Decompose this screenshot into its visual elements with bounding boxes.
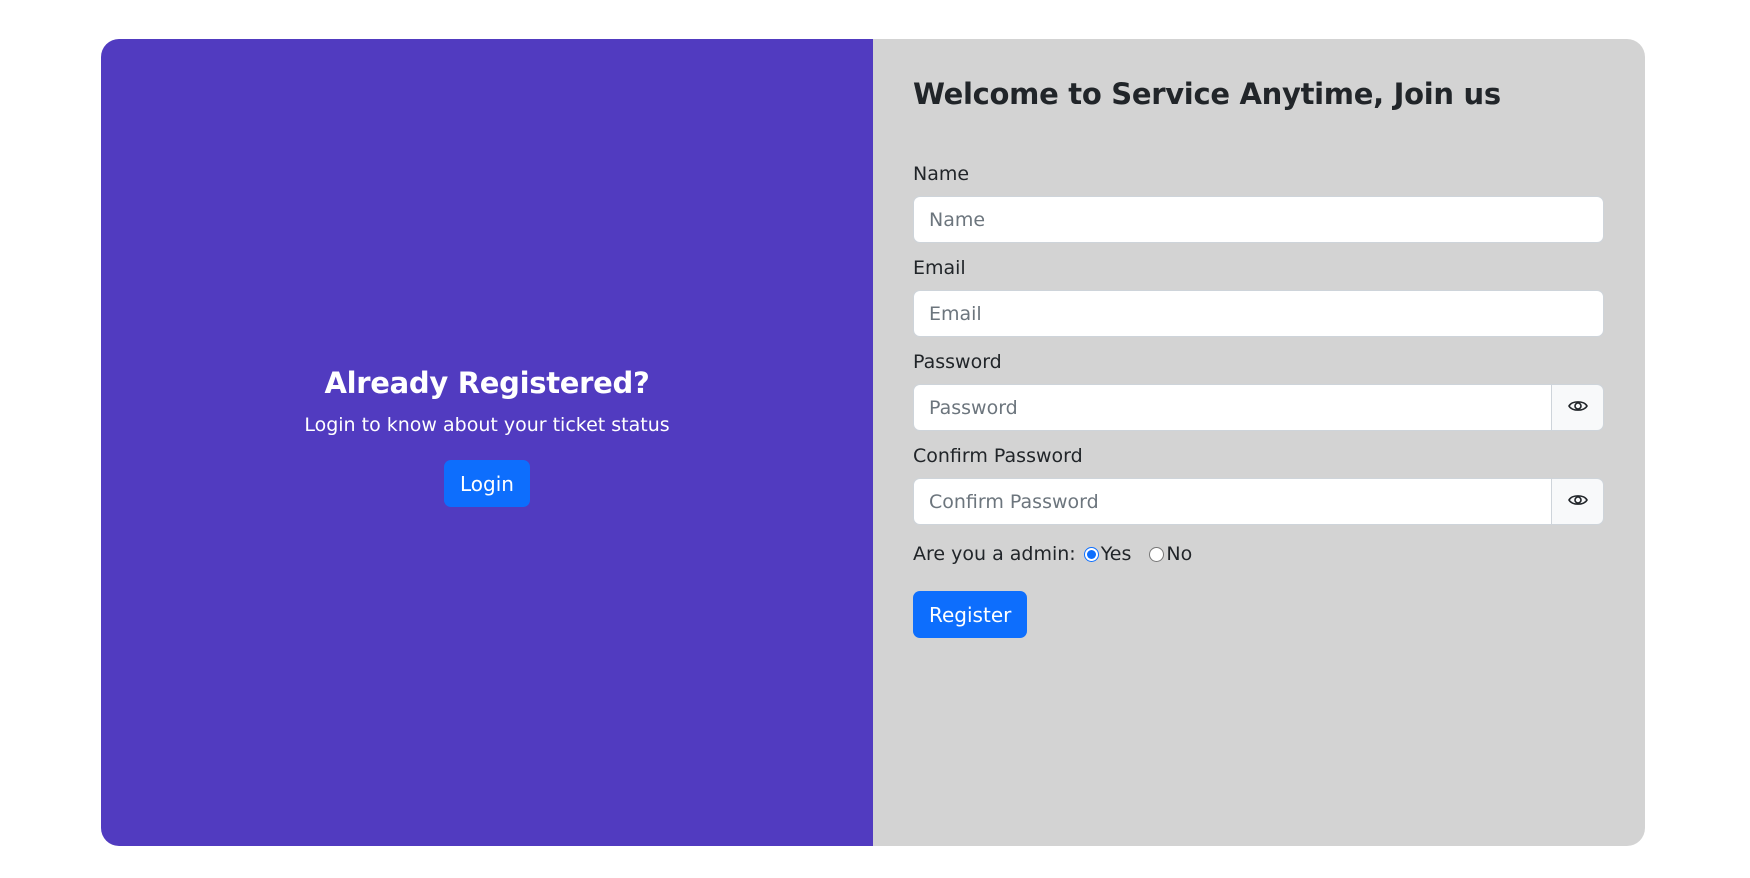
eye-icon bbox=[1567, 492, 1588, 511]
email-input[interactable] bbox=[913, 290, 1604, 337]
admin-no-label[interactable]: No bbox=[1166, 543, 1192, 565]
name-input[interactable] bbox=[913, 196, 1604, 243]
name-field-group: Name bbox=[913, 163, 1605, 243]
confirm-password-input-group bbox=[913, 478, 1604, 525]
admin-no-radio[interactable] bbox=[1149, 546, 1165, 562]
form-title: Welcome to Service Anytime, Join us bbox=[913, 77, 1501, 111]
confirm-password-field-group: Confirm Password bbox=[913, 445, 1605, 525]
confirm-password-label: Confirm Password bbox=[913, 445, 1083, 467]
admin-yes-label[interactable]: Yes bbox=[1101, 543, 1132, 565]
password-toggle-button[interactable] bbox=[1552, 384, 1604, 431]
password-field-group: Password bbox=[913, 351, 1605, 431]
login-promo-content: Already Registered? Login to know about … bbox=[304, 366, 670, 507]
admin-radio-group: Are you a admin: Yes No bbox=[913, 539, 1605, 569]
admin-yes-radio[interactable] bbox=[1083, 546, 1099, 562]
registration-card: Already Registered? Login to know about … bbox=[101, 39, 1645, 846]
login-promo-panel: Already Registered? Login to know about … bbox=[101, 39, 873, 846]
confirm-password-toggle-button[interactable] bbox=[1552, 478, 1604, 525]
admin-question-label: Are you a admin: bbox=[913, 543, 1076, 565]
eye-icon bbox=[1567, 398, 1588, 417]
register-form-panel: Welcome to Service Anytime, Join us Name… bbox=[873, 39, 1645, 846]
email-label: Email bbox=[913, 257, 966, 279]
login-promo-title: Already Registered? bbox=[324, 366, 650, 400]
confirm-password-input[interactable] bbox=[913, 478, 1552, 525]
login-promo-text: Login to know about your ticket status bbox=[304, 414, 670, 436]
password-input[interactable] bbox=[913, 384, 1552, 431]
register-button[interactable]: Register bbox=[913, 591, 1028, 638]
password-input-group bbox=[913, 384, 1604, 431]
email-field-group: Email bbox=[913, 257, 1605, 337]
login-button[interactable]: Login bbox=[444, 460, 530, 507]
password-label: Password bbox=[913, 351, 1002, 373]
name-label: Name bbox=[913, 163, 970, 185]
